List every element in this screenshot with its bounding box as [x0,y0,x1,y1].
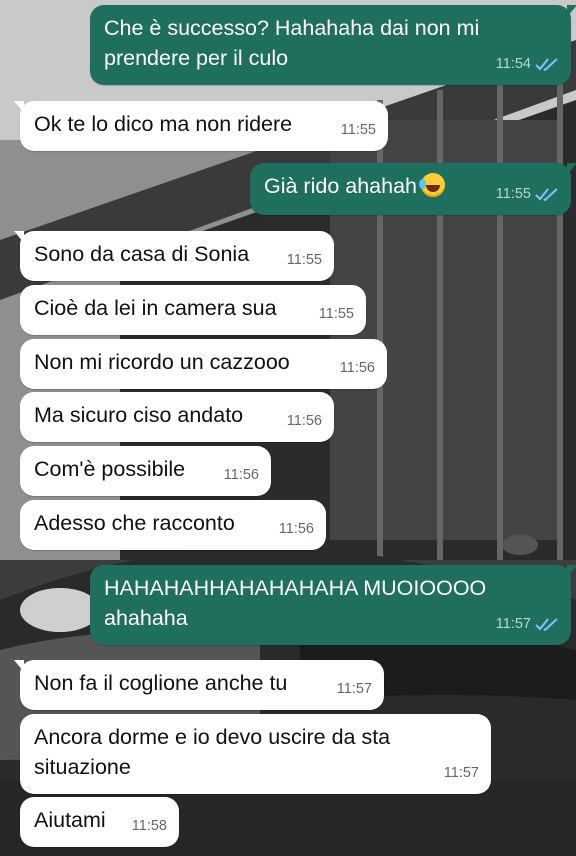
message-incoming[interactable]: Adesso che racconto 11:56 [20,500,326,550]
message-incoming[interactable]: Ok te lo dico ma non ridere 11:55 [14,101,388,151]
message-text: Non fa il coglione anche tu [34,671,288,695]
message-text: Non mi ricordo un cazzooo [34,350,290,374]
message-time: 11:56 [286,413,322,429]
double-check-read-icon [535,58,558,71]
message-time: 11:54 [495,56,531,72]
message-meta: 11:55 [496,179,559,209]
message-time: 11:55 [318,306,354,322]
message-meta: 11:57 [496,609,559,639]
message-incoming[interactable]: Sono da casa di Sonia 11:55 [14,231,334,281]
message-incoming[interactable]: Ancora dorme e io devo uscire da sta sit… [20,714,491,794]
message-text: Com'è possibile [34,457,186,481]
message-time: 11:58 [131,818,167,834]
message-outgoing[interactable]: Che è successo? Hahahaha dai non mi pren… [90,5,576,85]
message-incoming[interactable]: Aiutami 11:58 [20,797,179,847]
message-text: Ancora dorme e io devo uscire da sta sit… [34,725,391,779]
bubble-tail [567,565,576,577]
double-check-read-icon [535,188,558,201]
message-incoming[interactable]: Cioè da lei in camera sua 11:55 [20,285,366,335]
message-incoming[interactable]: Non fa il coglione anche tu 11:57 [14,660,384,710]
bubble-tail [14,101,24,113]
message-time: 11:57 [443,765,479,781]
message-time: 11:55 [286,252,322,268]
double-check-read-icon [535,618,558,631]
message-incoming[interactable]: Com'è possibile 11:56 [20,446,271,496]
message-meta: 11:54 [496,49,559,79]
message-text: Adesso che racconto [34,511,235,535]
rolling-on-floor-laughing-emoji [419,173,445,197]
message-time: 11:57 [495,616,531,632]
message-time: 11:56 [339,360,375,376]
message-text: Cioè da lei in camera sua [34,296,277,320]
message-text: Già rido ahahah [264,174,417,198]
message-text: HAHAHAHHAHAHAHAHA MUOIOOOO ahahaha [104,576,487,630]
message-meta: 11:55 [341,115,376,145]
message-time: 11:55 [495,186,531,202]
bubble-tail [14,231,24,243]
message-incoming[interactable]: Ma sicuro ciso andato 11:56 [20,392,334,442]
bubble-tail [567,163,576,175]
bubble-tail [14,660,24,672]
message-meta: 11:57 [337,674,372,704]
message-time: 11:56 [278,521,314,537]
message-time: 11:57 [336,681,372,697]
message-text: Ok te lo dico ma non ridere [34,112,293,136]
bubble-tail [567,5,576,17]
message-meta: 11:55 [287,245,322,275]
message-meta: 11:56 [224,460,259,490]
message-outgoing[interactable]: Già rido ahahah 11:55 [250,163,576,215]
message-text: Aiutami [34,808,106,832]
message-text: Che è successo? Hahahaha dai non mi pren… [104,16,480,70]
message-meta: 11:56 [340,353,375,383]
message-text: Ma sicuro ciso andato [34,403,244,427]
message-meta: 11:56 [287,406,322,436]
message-outgoing[interactable]: HAHAHAHHAHAHAHAHA MUOIOOOO ahahaha 11:57 [90,565,576,645]
message-meta: 11:58 [132,811,167,841]
message-meta: 11:55 [319,299,354,329]
message-incoming[interactable]: Non mi ricordo un cazzooo 11:56 [20,339,387,389]
message-time: 11:55 [340,122,376,138]
message-meta: 11:57 [444,758,479,788]
message-text: Sono da casa di Sonia [34,242,250,266]
message-time: 11:56 [223,467,259,483]
message-meta: 11:56 [279,514,314,544]
